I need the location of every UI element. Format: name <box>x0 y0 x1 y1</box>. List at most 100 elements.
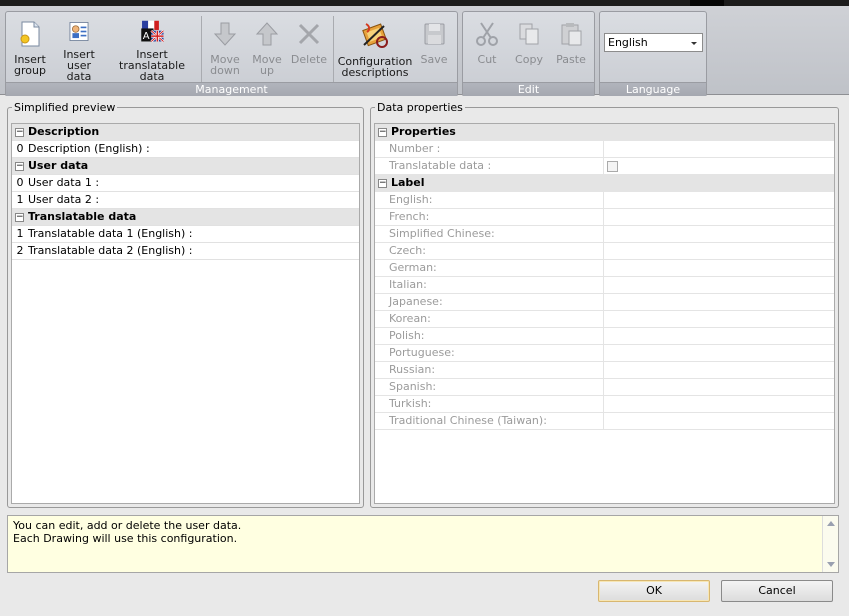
configuration-descriptions-button[interactable]: Configuration descriptions <box>336 14 414 82</box>
preview-item-row[interactable]: 0 User data 1 : <box>12 175 359 192</box>
property-row-language[interactable]: Polish: <box>375 328 834 345</box>
property-value[interactable] <box>605 413 834 429</box>
property-row-language[interactable]: Portuguese: <box>375 345 834 362</box>
info-scrollbar[interactable] <box>822 516 838 572</box>
edit-group: Cut Copy Paste Edit <box>462 11 595 97</box>
property-row-language[interactable]: Traditional Chinese (Taiwan): <box>375 413 834 430</box>
property-value[interactable] <box>605 277 834 293</box>
scroll-down-icon[interactable] <box>827 562 835 567</box>
property-value[interactable] <box>605 379 834 395</box>
property-name: Russian: <box>375 362 604 378</box>
cut-label: Cut <box>477 53 497 66</box>
property-value[interactable] <box>605 192 834 208</box>
property-value[interactable] <box>605 158 834 174</box>
property-group-label: Properties <box>391 125 456 138</box>
edit-caption: Edit <box>463 82 594 96</box>
property-name: Traditional Chinese (Taiwan): <box>375 413 604 429</box>
property-row-language[interactable]: English: <box>375 192 834 209</box>
management-group: Insert group Insert user data A Insert t… <box>5 11 458 97</box>
save-floppy-icon <box>424 23 445 45</box>
property-name: Czech: <box>375 243 604 259</box>
collapse-icon[interactable]: − <box>15 162 24 171</box>
property-value[interactable] <box>605 209 834 225</box>
property-row-language[interactable]: French: <box>375 209 834 226</box>
property-row-language[interactable]: Russian: <box>375 362 834 379</box>
configuration-label-2: descriptions <box>341 66 409 79</box>
copy-label: Copy <box>515 53 543 66</box>
property-row-language[interactable]: Turkish: <box>375 396 834 413</box>
property-row-number[interactable]: Number : <box>375 141 834 158</box>
preview-item-index: 2 <box>16 244 24 257</box>
simplified-preview-panel: Simplified preview − Description 0 Descr… <box>7 101 364 508</box>
insert-user-data-button[interactable]: Insert user data <box>53 14 105 82</box>
property-row-language[interactable]: Korean: <box>375 311 834 328</box>
insert-translatable-data-button[interactable]: A Insert translatable data <box>106 14 198 82</box>
info-line-2: Each Drawing will use this configuration… <box>13 532 238 545</box>
preview-group-row[interactable]: − Translatable data <box>12 209 359 226</box>
property-group-row[interactable]: − Label <box>375 175 834 192</box>
preview-item-row[interactable]: 1 Translatable data 1 (English) : <box>12 226 359 243</box>
insert-group-icon <box>20 21 40 47</box>
property-value[interactable] <box>605 141 834 157</box>
copy-button[interactable]: Copy <box>508 14 550 82</box>
translatable-checkbox[interactable] <box>607 161 618 172</box>
property-name: Portuguese: <box>375 345 604 361</box>
property-name: Number : <box>375 141 604 157</box>
language-group: English Language <box>599 11 707 97</box>
insert-group-button[interactable]: Insert group <box>8 14 52 82</box>
property-value[interactable] <box>605 345 834 361</box>
property-row-translatable[interactable]: Translatable data : <box>375 158 834 175</box>
property-value[interactable] <box>605 328 834 344</box>
cancel-button[interactable]: Cancel <box>721 580 833 602</box>
property-value[interactable] <box>605 362 834 378</box>
preview-item-row[interactable]: 2 Translatable data 2 (English) : <box>12 243 359 260</box>
info-line-1: You can edit, add or delete the user dat… <box>13 519 242 532</box>
collapse-icon[interactable]: − <box>15 213 24 222</box>
property-row-language[interactable]: Czech: <box>375 243 834 260</box>
preview-item-row[interactable]: 0 Description (English) : <box>12 141 359 158</box>
property-group-row[interactable]: − Properties <box>375 124 834 141</box>
move-down-button[interactable]: Move down <box>204 14 246 82</box>
property-value[interactable] <box>605 294 834 310</box>
property-name: Polish: <box>375 328 604 344</box>
property-value[interactable] <box>605 243 834 259</box>
preview-group-label: Description <box>28 125 100 138</box>
insert-group-label-2: group <box>14 64 46 77</box>
preview-group-row[interactable]: − User data <box>12 158 359 175</box>
property-name: German: <box>375 260 604 276</box>
preview-item-label: Description (English) : <box>28 142 150 155</box>
info-message-box: You can edit, add or delete the user dat… <box>7 515 839 573</box>
property-value[interactable] <box>605 396 834 412</box>
preview-item-index: 1 <box>16 193 24 206</box>
property-name: Simplified Chinese: <box>375 226 604 242</box>
property-value[interactable] <box>605 260 834 276</box>
simplified-preview-legend: Simplified preview <box>14 101 116 114</box>
save-button[interactable]: Save <box>415 14 453 82</box>
delete-x-icon <box>298 23 320 45</box>
preview-item-index: 1 <box>16 227 24 240</box>
delete-button[interactable]: Delete <box>288 14 330 82</box>
move-up-button[interactable]: Move up <box>247 14 287 82</box>
insert-user-data-icon <box>69 22 89 41</box>
property-row-language[interactable]: Italian: <box>375 277 834 294</box>
svg-text:A: A <box>143 31 150 42</box>
ok-button[interactable]: OK <box>598 580 710 602</box>
property-row-language[interactable]: Japanese: <box>375 294 834 311</box>
scroll-up-icon[interactable] <box>827 521 835 526</box>
property-row-language[interactable]: Spanish: <box>375 379 834 396</box>
property-value[interactable] <box>605 226 834 242</box>
property-row-language[interactable]: German: <box>375 260 834 277</box>
preview-group-label: Translatable data <box>28 210 137 223</box>
property-value[interactable] <box>605 311 834 327</box>
language-caption: Language <box>600 82 706 96</box>
copy-icon <box>519 23 539 45</box>
preview-group-row[interactable]: − Description <box>12 124 359 141</box>
cut-button[interactable]: Cut <box>467 14 507 82</box>
property-row-language[interactable]: Simplified Chinese: <box>375 226 834 243</box>
preview-item-row[interactable]: 1 User data 2 : <box>12 192 359 209</box>
collapse-icon[interactable]: − <box>15 128 24 137</box>
main-area: Simplified preview − Description 0 Descr… <box>0 96 849 616</box>
paste-button[interactable]: Paste <box>551 14 591 82</box>
language-select[interactable]: English <box>604 33 703 52</box>
arrow-down-icon <box>213 22 237 46</box>
